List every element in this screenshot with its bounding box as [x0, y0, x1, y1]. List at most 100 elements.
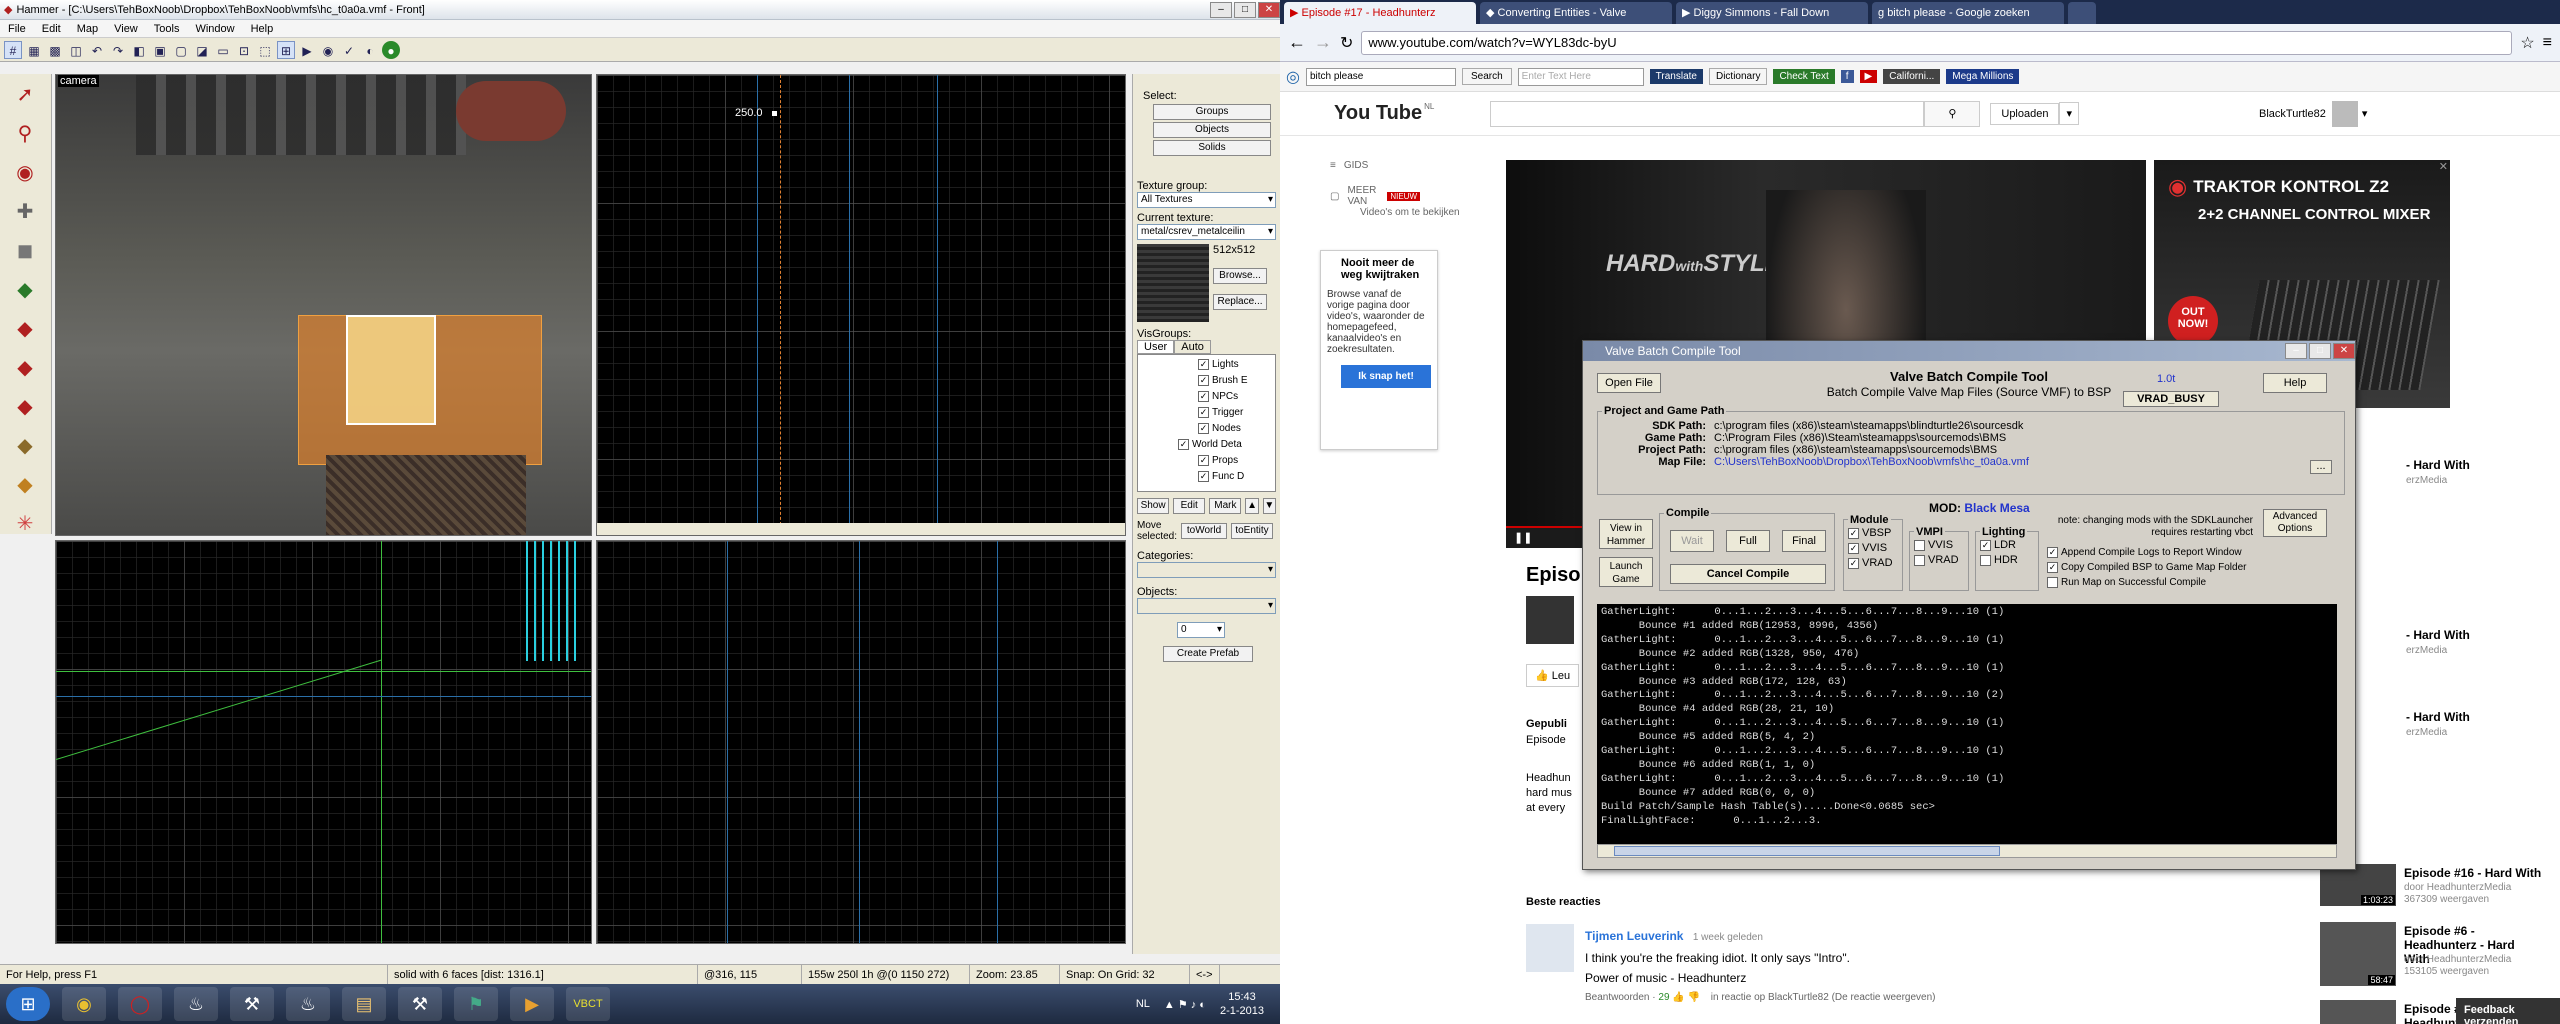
visgroup-item[interactable]: ✓ Trigger	[1198, 405, 1275, 421]
magnify-tool-icon[interactable]: ⚲	[5, 116, 45, 152]
entity-report-icon[interactable]: ◉	[319, 41, 337, 59]
tab-google[interactable]: g bitch please - Google zoeken	[1872, 2, 2064, 24]
related-item[interactable]: 58:47 Episode #6 - Headhunterz - Hard Wi…	[2320, 922, 2540, 986]
objects-select[interactable]	[1137, 598, 1276, 614]
side-2d-viewport[interactable]	[55, 540, 592, 944]
translate-button[interactable]: Translate	[1649, 69, 1703, 84]
run-map-checkbox[interactable]: Run Map on Successful Compile	[2047, 575, 2246, 590]
feedback-button[interactable]: Feedback verzenden	[2456, 998, 2560, 1024]
wait-button[interactable]: Wait	[1670, 530, 1714, 552]
visgroup-item[interactable]: ✓ Props	[1198, 453, 1275, 469]
tab-user[interactable]: User	[1137, 340, 1175, 354]
advanced-options-button[interactable]: Advanced Options	[2263, 509, 2327, 537]
current-texture-select[interactable]: metal/csrev_metalceilin	[1137, 224, 1276, 240]
hdr-checkbox[interactable]: HDR	[1980, 553, 2034, 568]
texture-app-icon[interactable]: ◆	[5, 272, 45, 308]
maximize-button[interactable]: □	[1234, 1, 1256, 18]
wrench-icon[interactable]: ≡	[2543, 34, 2552, 52]
thumb-up-icon[interactable]: 👍	[1672, 992, 1684, 1003]
ungroup-icon[interactable]: ▢	[172, 41, 190, 59]
overlay-tool-icon[interactable]: ◆	[5, 389, 45, 425]
enter-text-input[interactable]: Enter Text Here	[1517, 67, 1644, 86]
menu-file[interactable]: File	[0, 20, 34, 38]
replace-button[interactable]: Replace...	[1213, 294, 1267, 310]
visgroup-item[interactable]: ✓ Lights	[1198, 357, 1275, 373]
grid-larger-icon[interactable]: ▩	[46, 41, 64, 59]
upload-button[interactable]: Uploaden	[1990, 102, 2060, 125]
checkbox[interactable]: ✓	[1198, 358, 1209, 370]
vmpi-vrad-checkbox[interactable]: VRAD	[1914, 553, 1964, 568]
groups-button[interactable]: Groups	[1153, 104, 1271, 120]
categories-select[interactable]	[1137, 562, 1276, 578]
related-title[interactable]: - Hard With	[2406, 710, 2470, 725]
create-prefab-button[interactable]: Create Prefab	[1163, 646, 1253, 662]
solids-button[interactable]: Solids	[1153, 140, 1271, 156]
sdk-path[interactable]: c:\program files (x86)\steam\steamapps\b…	[1714, 420, 2023, 432]
tab-auto[interactable]: Auto	[1174, 340, 1211, 354]
clock[interactable]: 15:43 2-1-2013	[1220, 990, 1264, 1018]
cancel-compile-button[interactable]: Cancel Compile	[1670, 564, 1826, 584]
vrad-checkbox[interactable]: ✓ VRAD	[1848, 556, 1898, 571]
vmpi-vvis-checkbox[interactable]: VVIS	[1914, 538, 1964, 553]
visgroup-item[interactable]: ✓ NPCs	[1198, 389, 1275, 405]
ad-close-icon[interactable]: ✕	[2439, 160, 2448, 173]
check-map-icon[interactable]: ✓	[340, 41, 358, 59]
minimize-button[interactable]: –	[1210, 1, 1232, 18]
chrome-icon[interactable]: ◉	[62, 987, 106, 1021]
decal-tool-icon[interactable]: ◆	[5, 350, 45, 386]
facebook-icon[interactable]: f	[1840, 70, 1854, 83]
cordon-icon[interactable]: ▭	[214, 41, 232, 59]
like-button[interactable]: 👍 Leu	[1526, 664, 1580, 687]
reply-link[interactable]: Beantwoorden	[1585, 992, 1650, 1003]
forward-icon[interactable]: →	[1314, 32, 1332, 53]
pause-icon[interactable]: ❚❚	[1514, 531, 1532, 544]
user-name[interactable]: BlackTurtle82	[2259, 108, 2326, 120]
toentity-button[interactable]: toEntity	[1231, 523, 1273, 539]
select-icon[interactable]: ⬚	[256, 41, 274, 59]
grid-icon[interactable]: #	[4, 40, 22, 59]
youtube-logo[interactable]: You Tube	[1334, 102, 1422, 125]
visgroup-item[interactable]: ✓ Nodes	[1198, 421, 1275, 437]
edit-button[interactable]: Edit	[1173, 498, 1206, 514]
help-button[interactable]: Help	[2263, 373, 2327, 393]
mega-millions-button[interactable]: Mega Millions	[1946, 69, 2020, 84]
yt-search-input[interactable]	[1490, 100, 1925, 127]
dictionary-button[interactable]: Dictionary	[1708, 68, 1768, 85]
vbct-close-button[interactable]: ✕	[2333, 343, 2355, 359]
weather-widget[interactable]: Californi...	[1883, 69, 1941, 84]
check-text-button[interactable]: Check Text	[1773, 69, 1835, 84]
selection-tool-icon[interactable]: ➚	[5, 77, 45, 113]
new-tab-button[interactable]	[2068, 2, 2096, 24]
mod-value[interactable]: Black Mesa	[1964, 501, 2029, 515]
objects-button[interactable]: Objects	[1153, 122, 1271, 138]
start-icon[interactable]: ⊞	[6, 987, 50, 1021]
checkbox[interactable]: ✓	[1198, 454, 1209, 466]
hide-icon[interactable]: ◪	[193, 41, 211, 59]
run-map-icon[interactable]: ▶	[298, 41, 316, 59]
promo-button[interactable]: Ik snap het!	[1341, 365, 1431, 388]
menu-window[interactable]: Window	[187, 20, 242, 38]
grid-smaller-icon[interactable]: ▦	[25, 41, 43, 59]
menu-help[interactable]: Help	[243, 20, 282, 38]
close-button[interactable]: ✕	[1258, 1, 1280, 18]
tab-converting[interactable]: ◆ Converting Entities - Valve	[1480, 2, 1672, 24]
copy-bsp-checkbox[interactable]: ✓ Copy Compiled BSP to Game Map Folder	[2047, 560, 2246, 575]
language-indicator[interactable]: NL	[1136, 998, 1150, 1010]
vbct-maximize-button[interactable]: □	[2309, 343, 2331, 359]
tray-icons[interactable]: ▲ ⚑ ♪ ◐	[1164, 998, 1206, 1011]
visgroup-item[interactable]: ✓ Brush E	[1198, 373, 1275, 389]
checkbox[interactable]: ✓	[1198, 470, 1209, 482]
url-input[interactable]: www.youtube.com/watch?v=WYL83dc-byU	[1361, 30, 2513, 55]
h-scrollbar[interactable]	[597, 523, 1125, 535]
avatar[interactable]	[2331, 100, 2358, 127]
browse-project-button[interactable]: ...	[2310, 460, 2332, 474]
visgroup-item[interactable]: ✓ Func D	[1198, 469, 1275, 485]
apply-texture-icon[interactable]: ◆	[5, 311, 45, 347]
addon-logo-icon[interactable]: ◎	[1286, 67, 1300, 87]
entity-tool-icon[interactable]: ✚	[5, 194, 45, 230]
show-button[interactable]: Show	[1137, 498, 1170, 514]
3d-grid-icon[interactable]: ◫	[67, 41, 85, 59]
game-path[interactable]: C:\Program Files (x86)\Steam\steamapps\s…	[1714, 432, 2006, 444]
checkbox[interactable]: ✓	[1198, 390, 1209, 402]
steam-icon[interactable]: ♨	[174, 987, 218, 1021]
